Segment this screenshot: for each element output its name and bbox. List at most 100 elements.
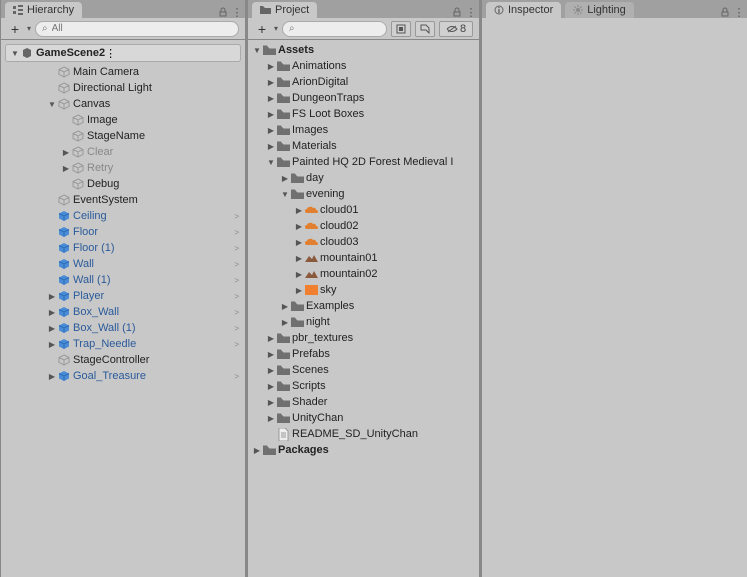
project-search[interactable]: ⌕ — [282, 21, 387, 37]
tree-row[interactable]: ▶Animations — [248, 58, 479, 74]
hidden-count-button[interactable]: 8 — [439, 21, 473, 37]
prefab-open-icon[interactable]: > — [234, 324, 241, 333]
hierarchy-tree[interactable]: ▼ GameScene2 ⋮ Main CameraDirectional Li… — [1, 40, 245, 577]
tree-row[interactable]: EventSystem — [1, 192, 245, 208]
tree-row[interactable]: Debug — [1, 176, 245, 192]
tree-row[interactable]: ▶Scripts — [248, 378, 479, 394]
foldout-arrow-icon[interactable]: ▶ — [47, 340, 57, 349]
prefab-open-icon[interactable]: > — [234, 260, 241, 269]
foldout-arrow-icon[interactable]: ▶ — [266, 398, 276, 407]
tree-row[interactable]: Wall> — [1, 256, 245, 272]
tree-row[interactable]: ▶Images — [248, 122, 479, 138]
tree-row[interactable]: ▼Canvas — [1, 96, 245, 112]
tree-row[interactable]: ▶Packages — [248, 442, 479, 458]
foldout-arrow-icon[interactable]: ▶ — [47, 324, 57, 333]
tree-row[interactable]: Image — [1, 112, 245, 128]
foldout-arrow-icon[interactable]: ▼ — [47, 100, 57, 109]
foldout-arrow-icon[interactable]: ▶ — [294, 286, 304, 295]
tree-row[interactable]: ▶night — [248, 314, 479, 330]
inspector-tab[interactable]: Inspector — [486, 2, 561, 18]
tree-row[interactable]: Directional Light — [1, 80, 245, 96]
tree-row[interactable]: StageController — [1, 352, 245, 368]
foldout-arrow-icon[interactable]: ▶ — [47, 372, 57, 381]
foldout-arrow-icon[interactable]: ▶ — [47, 292, 57, 301]
tree-row[interactable]: ▶UnityChan — [248, 410, 479, 426]
prefab-open-icon[interactable]: > — [234, 308, 241, 317]
tree-row[interactable]: Main Camera — [1, 64, 245, 80]
filter-type-button[interactable] — [391, 21, 411, 37]
lock-icon[interactable] — [217, 6, 229, 18]
tree-row[interactable]: ▶Prefabs — [248, 346, 479, 362]
foldout-arrow-icon[interactable]: ▶ — [266, 366, 276, 375]
tree-row[interactable]: ▶Box_Wall (1)> — [1, 320, 245, 336]
foldout-arrow-icon[interactable]: ▶ — [266, 382, 276, 391]
tree-row[interactable]: README_SD_UnityChan — [248, 426, 479, 442]
prefab-open-icon[interactable]: > — [234, 212, 241, 221]
tree-row[interactable]: ▶Box_Wall> — [1, 304, 245, 320]
lock-icon[interactable] — [719, 6, 731, 18]
foldout-arrow-icon[interactable]: ▶ — [294, 206, 304, 215]
project-tab[interactable]: Project — [252, 2, 317, 18]
tree-row[interactable]: ▶Player> — [1, 288, 245, 304]
hierarchy-tab[interactable]: Hierarchy — [5, 2, 82, 18]
tree-row[interactable]: ▶DungeonTraps — [248, 90, 479, 106]
filter-label-button[interactable] — [415, 21, 435, 37]
foldout-arrow-icon[interactable]: ▼ — [266, 158, 276, 167]
hierarchy-search-input[interactable] — [52, 23, 232, 34]
foldout-arrow-icon[interactable]: ▶ — [294, 222, 304, 231]
foldout-arrow-icon[interactable]: ▶ — [266, 414, 276, 423]
foldout-arrow-icon[interactable]: ▶ — [266, 126, 276, 135]
tree-row[interactable]: ▶FS Loot Boxes — [248, 106, 479, 122]
tree-row[interactable]: ▼Painted HQ 2D Forest Medieval I — [248, 154, 479, 170]
foldout-arrow-icon[interactable]: ▶ — [266, 62, 276, 71]
foldout-arrow-icon[interactable]: ▶ — [266, 350, 276, 359]
add-dropdown-icon[interactable]: ▾ — [274, 24, 278, 33]
tree-row[interactable]: ▶Trap_Needle> — [1, 336, 245, 352]
prefab-open-icon[interactable]: > — [234, 292, 241, 301]
foldout-arrow-icon[interactable]: ▶ — [266, 142, 276, 151]
project-tree[interactable]: ▼Assets▶Animations▶ArionDigital▶DungeonT… — [248, 40, 479, 577]
foldout-arrow-icon[interactable]: ▶ — [47, 308, 57, 317]
foldout-arrow-icon[interactable]: ▼ — [280, 190, 290, 199]
prefab-open-icon[interactable]: > — [234, 276, 241, 285]
foldout-arrow-icon[interactable]: ▶ — [280, 318, 290, 327]
tree-row[interactable]: ▶Scenes — [248, 362, 479, 378]
panel-menu-icon[interactable]: ⋮ — [465, 6, 477, 18]
panel-menu-icon[interactable]: ⋮ — [231, 6, 243, 18]
foldout-arrow-icon[interactable]: ▶ — [266, 94, 276, 103]
tree-row[interactable]: ▶mountain01 — [248, 250, 479, 266]
tree-row[interactable]: ▶cloud02 — [248, 218, 479, 234]
lock-icon[interactable] — [451, 6, 463, 18]
foldout-arrow-icon[interactable]: ▶ — [61, 164, 71, 173]
tree-row[interactable]: Wall (1)> — [1, 272, 245, 288]
tree-row[interactable]: ▶day — [248, 170, 479, 186]
tree-row[interactable]: ▶pbr_textures — [248, 330, 479, 346]
scene-menu-icon[interactable]: ⋮ — [105, 47, 116, 60]
foldout-arrow-icon[interactable]: ▶ — [266, 110, 276, 119]
scene-row[interactable]: ▼ GameScene2 ⋮ — [5, 44, 241, 62]
add-button[interactable]: + — [7, 22, 23, 36]
add-dropdown-icon[interactable]: ▾ — [27, 24, 31, 33]
tree-row[interactable]: StageName — [1, 128, 245, 144]
tree-row[interactable]: ▶cloud03 — [248, 234, 479, 250]
tree-row[interactable]: ▶mountain02 — [248, 266, 479, 282]
foldout-arrow-icon[interactable]: ▶ — [266, 334, 276, 343]
tree-row[interactable]: ▶Shader — [248, 394, 479, 410]
project-search-input[interactable] — [299, 23, 380, 34]
tree-row[interactable]: ▶ArionDigital — [248, 74, 479, 90]
tree-row[interactable]: ▶cloud01 — [248, 202, 479, 218]
tree-row[interactable]: ▶Retry — [1, 160, 245, 176]
tree-row[interactable]: ▼evening — [248, 186, 479, 202]
foldout-arrow-icon[interactable]: ▶ — [61, 148, 71, 157]
foldout-arrow-icon[interactable]: ▶ — [252, 446, 262, 455]
prefab-open-icon[interactable]: > — [234, 228, 241, 237]
tree-row[interactable]: ▶Materials — [248, 138, 479, 154]
prefab-open-icon[interactable]: > — [234, 372, 241, 381]
lighting-tab[interactable]: Lighting — [565, 2, 634, 18]
panel-menu-icon[interactable]: ⋮ — [733, 6, 745, 18]
foldout-arrow-icon[interactable]: ▼ — [252, 46, 262, 55]
tree-row[interactable]: Ceiling> — [1, 208, 245, 224]
hierarchy-search[interactable]: ⌕ — [35, 21, 239, 37]
foldout-arrow-icon[interactable]: ▼ — [10, 49, 20, 58]
tree-row[interactable]: ▶sky — [248, 282, 479, 298]
